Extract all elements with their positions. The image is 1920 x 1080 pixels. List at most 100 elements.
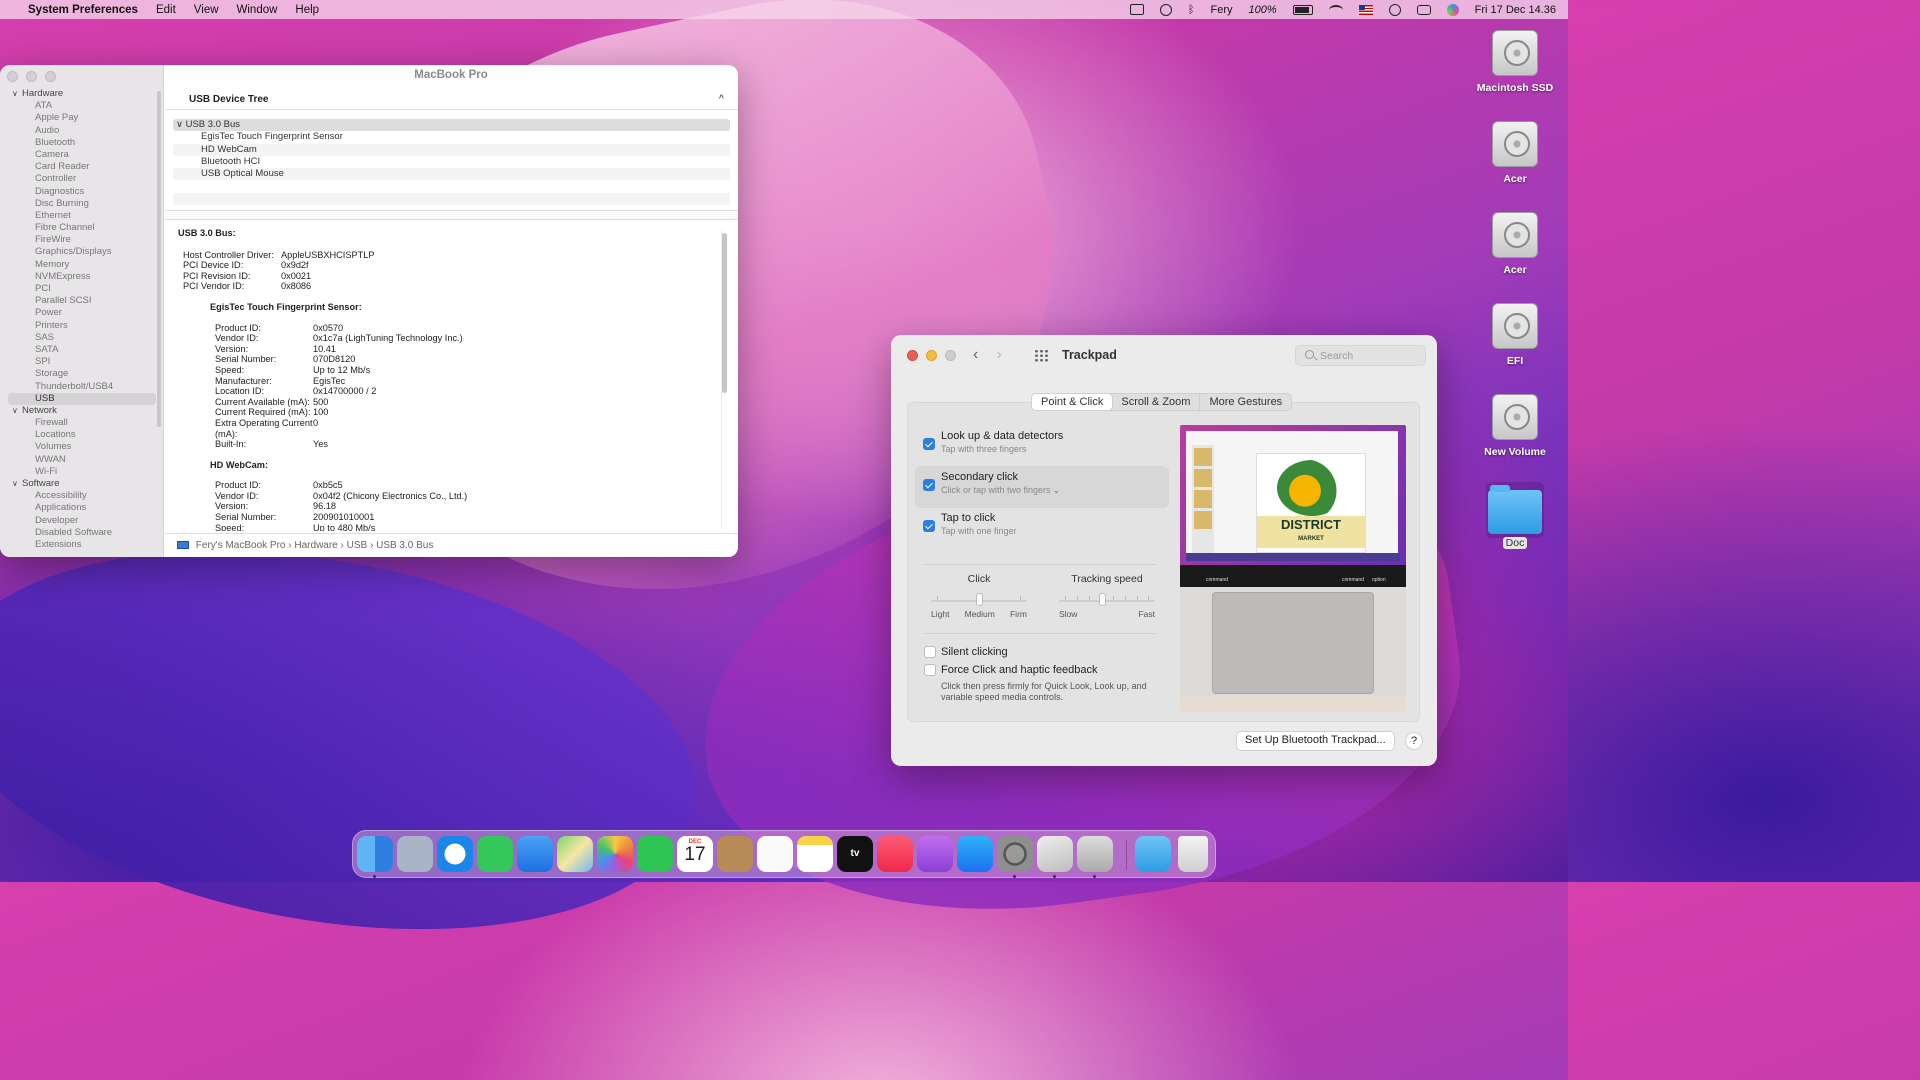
sidebar-item[interactable]: Graphics/Displays bbox=[8, 246, 156, 258]
show-all-grid-icon[interactable] bbox=[1034, 349, 1048, 362]
user-name[interactable]: Fery bbox=[1211, 4, 1233, 16]
bluetooth-icon[interactable]: ᛒ bbox=[1188, 4, 1195, 16]
activity-monitor-icon[interactable] bbox=[1129, 4, 1144, 15]
forward-chevron-icon[interactable]: › bbox=[996, 346, 1001, 364]
tracking-speed-slider[interactable]: Tracking speed Slow Fast bbox=[1059, 573, 1155, 619]
slider-knob[interactable] bbox=[976, 593, 983, 606]
sidebar-scrollbar[interactable] bbox=[157, 91, 161, 427]
sidebar-item[interactable]: Extensions bbox=[8, 539, 156, 551]
preview-icon[interactable] bbox=[1037, 836, 1073, 872]
minimize-button[interactable] bbox=[926, 350, 937, 361]
option-force-click[interactable]: Force Click and haptic feedback Click th… bbox=[924, 664, 1164, 703]
sidebar-item[interactable]: Applications bbox=[8, 502, 156, 514]
sidebar-item[interactable]: Card Reader bbox=[8, 161, 156, 173]
sidebar-item[interactable]: Fibre Channel bbox=[8, 222, 156, 234]
desktop-icon-doc[interactable]: Doc bbox=[1474, 485, 1556, 549]
sort-caret-icon[interactable]: ^ bbox=[719, 93, 724, 103]
search-field[interactable]: Search bbox=[1295, 345, 1426, 366]
sidebar-item[interactable]: Ethernet bbox=[8, 210, 156, 222]
sidebar-item[interactable]: Diagnostics bbox=[8, 186, 156, 198]
spotlight-search-icon[interactable] bbox=[1388, 3, 1401, 16]
sidebar-item[interactable]: Locations bbox=[8, 429, 156, 441]
system-preferences-icon[interactable] bbox=[997, 836, 1033, 872]
sidebar-item[interactable]: NVMExpress bbox=[8, 271, 156, 283]
sidebar-item[interactable]: SPI bbox=[8, 356, 156, 368]
minimize-button[interactable] bbox=[26, 71, 37, 82]
split-view-divider[interactable] bbox=[165, 210, 738, 220]
option-secondary-click[interactable]: Secondary click Click or tap with two fi… bbox=[915, 466, 1169, 508]
group-software[interactable]: ∨ Software bbox=[8, 478, 156, 490]
trash-icon[interactable] bbox=[1178, 836, 1208, 872]
app-store-icon[interactable] bbox=[957, 836, 993, 872]
sidebar-item[interactable]: Parallel SCSI bbox=[8, 295, 156, 307]
battery-icon[interactable] bbox=[1292, 4, 1313, 15]
back-chevron-icon[interactable]: ‹ bbox=[973, 346, 978, 364]
menu-app-name[interactable]: System Preferences bbox=[28, 4, 138, 16]
desktop-icon-acer[interactable]: Acer bbox=[1474, 121, 1556, 185]
tree-row-device[interactable]: EgisTec Touch Fingerprint Sensor bbox=[173, 131, 730, 143]
sidebar-item[interactable]: Wi-Fi bbox=[8, 466, 156, 478]
checkbox-unchecked[interactable] bbox=[924, 664, 936, 676]
breadcrumb-item[interactable]: Hardware bbox=[294, 540, 337, 551]
siri-icon[interactable] bbox=[1446, 3, 1459, 16]
sidebar-item[interactable]: Power bbox=[8, 307, 156, 319]
sidebar-item[interactable]: PCI bbox=[8, 283, 156, 295]
column-header[interactable]: USB Device Tree ^ bbox=[165, 86, 738, 110]
close-button[interactable] bbox=[907, 350, 918, 361]
sidebar-item[interactable]: Disabled Software bbox=[8, 527, 156, 539]
slider-knob[interactable] bbox=[1099, 593, 1107, 606]
sidebar-item[interactable]: SAS bbox=[8, 332, 156, 344]
sidebar-item[interactable]: Camera bbox=[8, 149, 156, 161]
desktop-icon-efi[interactable]: EFI bbox=[1474, 303, 1556, 367]
sidebar-item[interactable]: Printers bbox=[8, 320, 156, 332]
checkbox-checked[interactable] bbox=[923, 479, 935, 491]
menu-window[interactable]: Window bbox=[237, 4, 278, 16]
menu-help[interactable]: Help bbox=[295, 4, 319, 16]
chevron-down-icon[interactable]: ⌄ bbox=[1053, 486, 1060, 495]
sidebar-item[interactable]: Firewall bbox=[8, 417, 156, 429]
apple-tv-icon[interactable]: tv bbox=[837, 836, 873, 872]
sidebar-item[interactable]: Developer bbox=[8, 515, 156, 527]
notes-icon[interactable] bbox=[797, 836, 833, 872]
launchpad-icon[interactable] bbox=[397, 836, 433, 872]
podcasts-icon[interactable] bbox=[917, 836, 953, 872]
zoom-button[interactable] bbox=[945, 350, 956, 361]
sidebar-item[interactable]: Audio bbox=[8, 125, 156, 137]
sidebar-item[interactable]: WWAN bbox=[8, 454, 156, 466]
control-center-icon[interactable] bbox=[1416, 4, 1431, 15]
sidebar-item[interactable]: Accessibility bbox=[8, 490, 156, 502]
sidebar-item[interactable]: SATA bbox=[8, 344, 156, 356]
tree-row-device[interactable]: HD WebCam bbox=[173, 143, 730, 156]
input-source-flag-icon[interactable] bbox=[1358, 4, 1373, 15]
menu-edit[interactable]: Edit bbox=[156, 4, 176, 16]
sidebar-item[interactable]: Volumes bbox=[8, 441, 156, 453]
breadcrumb-item[interactable]: Fery's MacBook Pro bbox=[196, 540, 286, 551]
checkbox-unchecked[interactable] bbox=[924, 646, 936, 658]
close-button[interactable] bbox=[7, 71, 18, 82]
option-silent-clicking[interactable]: Silent clicking bbox=[924, 646, 1008, 658]
finder-icon[interactable] bbox=[357, 836, 393, 872]
tree-row-device[interactable]: USB Optical Mouse bbox=[173, 168, 730, 181]
tab-point-click[interactable]: Point & Click bbox=[1032, 394, 1113, 410]
group-hardware[interactable]: ∨ Hardware bbox=[8, 88, 156, 100]
details-scrollbar[interactable] bbox=[722, 233, 727, 393]
sidebar-item-usb-selected[interactable]: USB bbox=[8, 392, 156, 405]
tree-row-usb-bus[interactable]: ∨ USB 3.0 Bus bbox=[173, 119, 730, 132]
option-tap-to-click[interactable]: Tap to click Tap with one finger bbox=[915, 509, 1169, 549]
tab-more-gestures[interactable]: More Gestures bbox=[1199, 394, 1291, 410]
sidebar-item[interactable]: Storage bbox=[8, 368, 156, 380]
group-network[interactable]: ∨ Network bbox=[8, 405, 156, 417]
sidebar-item[interactable]: ATA bbox=[8, 100, 156, 112]
tree-row-device[interactable]: Bluetooth HCI bbox=[173, 156, 730, 168]
mail-icon[interactable] bbox=[517, 836, 553, 872]
contacts-icon[interactable] bbox=[717, 836, 753, 872]
sidebar-item[interactable]: Disc Burning bbox=[8, 198, 156, 210]
slider-track[interactable] bbox=[931, 591, 1027, 609]
downloads-folder-icon[interactable] bbox=[1135, 836, 1171, 872]
system-information-icon[interactable] bbox=[1077, 836, 1113, 872]
reminders-icon[interactable] bbox=[757, 836, 793, 872]
sidebar-item[interactable]: Thunderbolt/USB4 bbox=[8, 381, 156, 393]
checkbox-checked[interactable] bbox=[923, 520, 935, 532]
breadcrumb-item[interactable]: USB 3.0 Bus bbox=[376, 540, 433, 551]
sidebar-item[interactable]: FireWire bbox=[8, 234, 156, 246]
